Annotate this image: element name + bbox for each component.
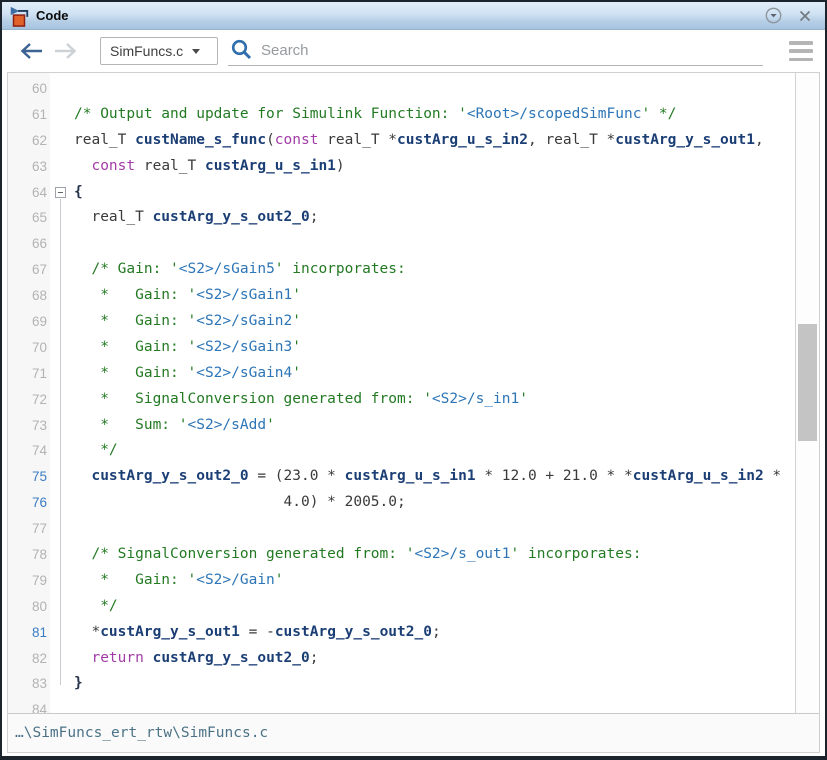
code-column: /* Output and update for Simulink Functi… — [70, 73, 795, 713]
line-number: 65 — [8, 205, 50, 231]
line-number: 77 — [8, 516, 50, 542]
code-window: Code SimFuncs.c — [0, 0, 827, 760]
line-number: 76 — [8, 490, 50, 516]
code-block-link[interactable]: <S2>/s_in1 — [432, 391, 519, 407]
forward-arrow-icon — [53, 41, 78, 61]
search-input[interactable] — [261, 42, 763, 59]
code-line: const real_T custArg_u_s_in1) — [74, 154, 795, 180]
menu-icon — [789, 41, 813, 45]
window-title: Code — [36, 8, 751, 23]
code-line: * Gain: '<S2>/sGain2' — [74, 309, 795, 335]
line-number: 80 — [8, 594, 50, 620]
code-line: */ — [74, 594, 795, 620]
vertical-scrollbar[interactable] — [795, 73, 819, 713]
code-line: /* Gain: '<S2>/sGain5' incorporates: — [74, 257, 795, 283]
file-selector-label: SimFuncs.c — [110, 43, 183, 59]
title-bar: Code — [2, 2, 825, 30]
code-line — [74, 697, 795, 713]
collapse-window-icon — [765, 7, 782, 24]
code-line: 4.0) * 2005.0; — [74, 490, 795, 516]
dropdown-caret-icon — [192, 49, 200, 54]
fold-scope-line — [60, 199, 61, 685]
code-line: * Gain: '<S2>/Gain' — [74, 568, 795, 594]
line-number: 64 — [8, 180, 50, 206]
code-line: real_T custName_s_func(const real_T *cus… — [74, 128, 795, 154]
simulink-code-icon — [8, 5, 30, 27]
code-block-link[interactable]: <S2>/sGain3 — [196, 339, 292, 355]
line-number: 68 — [8, 283, 50, 309]
line-number: 62 — [8, 128, 50, 154]
status-bar: …\SimFuncs_ert_rtw\SimFuncs.c — [8, 713, 819, 752]
code-line — [74, 76, 795, 102]
code-line: */ — [74, 438, 795, 464]
code-line: real_T custArg_y_s_out2_0; — [74, 205, 795, 231]
code-block-link[interactable]: <S2>/sGain2 — [196, 313, 292, 329]
search-icon — [230, 38, 253, 61]
code-block-link[interactable]: <S2>/sGain1 — [196, 287, 292, 303]
line-number: 75 — [8, 464, 50, 490]
line-number: 69 — [8, 309, 50, 335]
line-number: 78 — [8, 542, 50, 568]
search-field — [228, 36, 763, 66]
code-block-link[interactable]: <S2>/sGain4 — [196, 365, 292, 381]
close-button[interactable] — [795, 6, 815, 26]
code-line: * Gain: '<S2>/sGain3' — [74, 335, 795, 361]
code-line: * Gain: '<S2>/sGain4' — [74, 361, 795, 387]
code-line: /* SignalConversion generated from: '<S2… — [74, 542, 795, 568]
code-line: *custArg_y_s_out1 = -custArg_y_s_out2_0; — [74, 620, 795, 646]
line-number: 66 — [8, 231, 50, 257]
line-number: 67 — [8, 257, 50, 283]
code-line: * SignalConversion generated from: '<S2>… — [74, 387, 795, 413]
fold-collapse-icon[interactable] — [55, 187, 66, 198]
scrollbar-thumb[interactable] — [798, 324, 817, 441]
code-line — [74, 516, 795, 542]
fold-column — [50, 73, 70, 713]
toolbar: SimFuncs.c — [2, 30, 825, 72]
code-block-link[interactable]: <S2>/sAdd — [188, 417, 267, 433]
code-line — [74, 231, 795, 257]
line-number: 82 — [8, 646, 50, 672]
close-icon — [799, 10, 811, 22]
line-number: 84 — [8, 697, 50, 713]
line-number: 73 — [8, 413, 50, 439]
back-arrow-icon — [19, 41, 44, 61]
line-number: 83 — [8, 671, 50, 697]
code-panel: 6061626364656667686970717273747576777879… — [7, 72, 820, 753]
code-line: return custArg_y_s_out2_0; — [74, 646, 795, 672]
line-number: 74 — [8, 438, 50, 464]
line-number: 61 — [8, 102, 50, 128]
code-block-link[interactable]: <S2>/sGain5 — [179, 261, 275, 277]
code-line: custArg_y_s_out2_0 = (23.0 * custArg_u_s… — [74, 464, 795, 490]
code-line: { — [74, 180, 795, 206]
line-number: 79 — [8, 568, 50, 594]
line-number: 60 — [8, 76, 50, 102]
code-line: * Sum: '<S2>/sAdd' — [74, 413, 795, 439]
menu-button[interactable] — [789, 41, 813, 61]
line-number-gutter: 6061626364656667686970717273747576777879… — [8, 73, 50, 713]
line-number: 63 — [8, 154, 50, 180]
line-number: 71 — [8, 361, 50, 387]
code-line: /* Output and update for Simulink Functi… — [74, 102, 795, 128]
line-number: 81 — [8, 620, 50, 646]
collapse-window-button[interactable] — [763, 6, 783, 26]
code-block-link[interactable]: <S2>/Gain — [196, 572, 275, 588]
code-block-link[interactable]: <S2>/s_out1 — [414, 546, 510, 562]
nav-forward-button[interactable] — [52, 40, 78, 62]
code-line: * Gain: '<S2>/sGain1' — [74, 283, 795, 309]
file-selector-dropdown[interactable]: SimFuncs.c — [100, 37, 218, 65]
line-number: 70 — [8, 335, 50, 361]
file-path: …\SimFuncs_ert_rtw\SimFuncs.c — [15, 725, 268, 741]
code-line: } — [74, 671, 795, 697]
line-number: 72 — [8, 387, 50, 413]
nav-back-button[interactable] — [18, 40, 44, 62]
code-block-link[interactable]: <Root>/scopedSimFunc — [467, 106, 642, 122]
editor-area: 6061626364656667686970717273747576777879… — [8, 73, 819, 713]
